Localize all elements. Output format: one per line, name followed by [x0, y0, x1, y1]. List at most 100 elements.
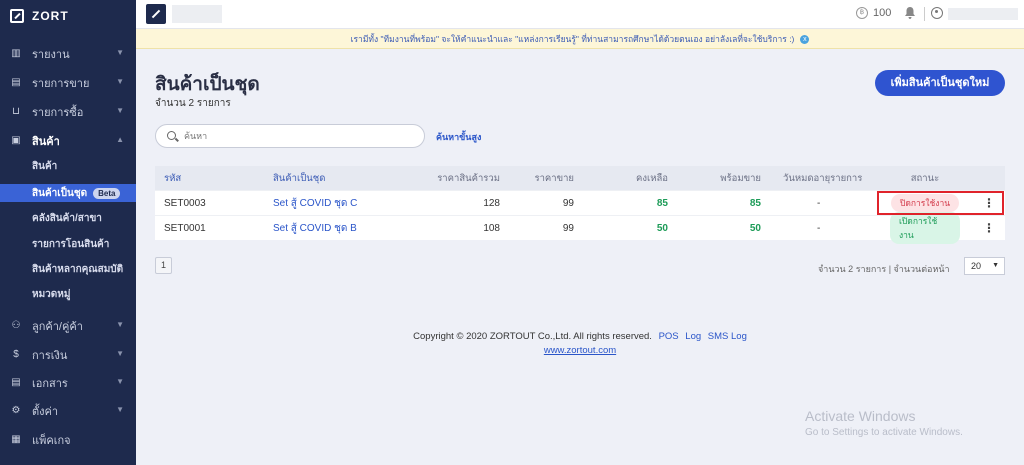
add-bundle-button[interactable]: เพิ่มสินค้าเป็นชุดใหม่ — [875, 70, 1005, 96]
footer-link-log[interactable]: Log — [685, 331, 701, 342]
sidebar-item-finance[interactable]: $ การเงิน ▼ — [0, 346, 136, 364]
users-icon: ⚇ — [11, 320, 21, 331]
cell-remaining: 50 — [656, 222, 668, 234]
footer-link-sms-log[interactable]: SMS Log — [708, 331, 747, 342]
chevron-down-icon: ▼ — [116, 377, 124, 386]
user-name-redacted[interactable] — [948, 8, 1018, 20]
cell-total: 108 — [483, 222, 500, 234]
table-header: รหัส สินค้าเป็นชุด ราคาสินค้ารวม ราคาขาย… — [155, 166, 1005, 190]
cell-status: เปิดการใช้งาน — [890, 212, 960, 244]
user-icon[interactable] — [931, 7, 943, 19]
footer-site-link[interactable]: www.zortout.com — [544, 345, 616, 356]
sidebar-item-report[interactable]: ▥ รายงาน ▼ — [0, 45, 136, 63]
sidebar-item-documents[interactable]: ▤ เอกสาร ▼ — [0, 374, 136, 392]
document-icon: ▤ — [11, 377, 21, 388]
advanced-search-link[interactable]: ค้นหาขั้นสูง — [436, 130, 481, 144]
table-row[interactable]: SET0003 Set สู้ COVID ชุด C 128 99 85 85… — [155, 190, 1005, 215]
chart-icon: ▥ — [11, 48, 21, 59]
credit-value: 100 — [873, 7, 892, 19]
box-icon: ▣ — [11, 135, 21, 146]
copyright-text: Copyright © 2020 ZORTOUT Co.,Ltd. All ri… — [413, 331, 652, 342]
sidebar-subitem-label: สินค้าเป็นชุด — [32, 187, 88, 199]
basket-icon: ⊔ — [12, 106, 20, 117]
sidebar-item-package[interactable]: ▦ แพ็คเกจ — [0, 431, 136, 449]
app-root: ZORT ▥ รายงาน ▼ ▤ รายการขาย ▼ ⊔ รายการซื… — [0, 0, 1024, 465]
credit-balance[interactable]: ฿ 100 — [856, 7, 891, 19]
sidebar-item-sales[interactable]: ▤ รายการขาย ▼ — [0, 74, 136, 92]
gear-icon: ⚙ — [11, 405, 21, 416]
sidebar: ZORT ▥ รายงาน ▼ ▤ รายการขาย ▼ ⊔ รายการซื… — [0, 0, 136, 465]
top-bar: ฿ 100 — [136, 0, 1024, 29]
chevron-down-icon: ▼ — [116, 349, 124, 358]
sidebar-subitem-categories[interactable]: หมวดหมู่ — [0, 285, 136, 303]
sidebar-item-label: แพ็คเกจ — [32, 435, 71, 447]
windows-activation-watermark: Activate Windows Go to Settings to activ… — [805, 408, 963, 438]
package-icon: ▦ — [11, 434, 21, 445]
chevron-down-icon: ▼ — [116, 320, 124, 329]
sidebar-item-label: รายการซื้อ — [32, 107, 84, 119]
bundle-table: รหัส สินค้าเป็นชุด ราคาสินค้ารวม ราคาขาย… — [155, 166, 1005, 244]
header-status: สถานะ — [910, 172, 940, 184]
pagination-info: จำนวน 2 รายการ | จำนวนต่อหน้า — [818, 264, 950, 274]
chevron-down-icon: ▼ — [116, 106, 124, 115]
row-menu-icon[interactable]: ⋮ — [983, 216, 995, 240]
sidebar-subitem-label: สินค้าหลากคุณสมบัติ — [32, 263, 124, 275]
sidebar-item-label: รายการขาย — [32, 78, 90, 90]
sidebar-subitem-products[interactable]: สินค้า — [0, 157, 136, 175]
header-code[interactable]: รหัส — [164, 166, 181, 190]
cell-name-link[interactable]: Set สู้ COVID ชุด C — [273, 191, 357, 215]
header-expiry: วันหมดอายุรายการ — [783, 172, 863, 184]
sidebar-item-label: ตั้งค่า — [32, 406, 59, 418]
company-name-redacted — [172, 5, 222, 23]
cell-name-link[interactable]: Set สู้ COVID ชุด B — [273, 216, 357, 240]
cell-remaining: 85 — [656, 197, 668, 209]
sidebar-subitem-label: คลังสินค้า/สาขา — [32, 212, 102, 224]
sidebar-subitem-bundles[interactable]: สินค้าเป็นชุด Beta — [0, 184, 136, 202]
header-name[interactable]: สินค้าเป็นชุด — [273, 166, 325, 190]
page-subtitle: จำนวน 2 รายการ — [155, 98, 231, 109]
brand-name: ZORT — [32, 9, 69, 23]
sidebar-item-purchases[interactable]: ⊔ รายการซื้อ ▼ — [0, 103, 136, 121]
bell-icon[interactable] — [905, 7, 915, 19]
sidebar-subitem-label: รายการโอนสินค้า — [32, 238, 110, 250]
sidebar-item-label: ลูกค้า/คู่ค้า — [32, 321, 83, 333]
beta-badge: Beta — [93, 187, 121, 199]
search-input[interactable] — [184, 129, 414, 143]
cell-expiry: - — [817, 222, 821, 234]
cell-ready: 85 — [749, 197, 761, 209]
footer: Copyright © 2020 ZORTOUT Co.,Ltd. All ri… — [380, 330, 780, 358]
announcement-text[interactable]: เรามีทั้ง "ทีมงานที่พร้อม" จะให้คำแนะนำแ… — [351, 34, 795, 44]
row-menu-icon[interactable]: ⋮ — [983, 191, 995, 215]
company-logo[interactable] — [146, 4, 166, 24]
status-badge[interactable]: เปิดการใช้งาน — [890, 212, 960, 244]
close-icon[interactable]: x — [800, 35, 810, 45]
status-badge[interactable]: ปิดการใช้งาน — [890, 194, 960, 212]
chevron-down-icon: ▼ — [992, 262, 999, 269]
money-icon: $ — [13, 349, 19, 360]
watermark-title: Activate Windows — [805, 408, 916, 424]
sidebar-item-label: การเงิน — [32, 350, 68, 362]
header-price: ราคาขาย — [534, 172, 574, 184]
chevron-up-icon: ▲ — [116, 135, 124, 144]
sidebar-item-products[interactable]: ▣ สินค้า ▲ — [0, 132, 136, 150]
chevron-down-icon: ▼ — [116, 48, 124, 57]
cell-ready: 50 — [749, 222, 761, 234]
sidebar-subitem-warehouses[interactable]: คลังสินค้า/สาขา — [0, 209, 136, 227]
cell-price: 99 — [562, 222, 574, 234]
cell-code: SET0001 — [164, 222, 206, 234]
brand-logo[interactable]: ZORT — [0, 0, 136, 32]
sidebar-item-contacts[interactable]: ⚇ ลูกค้า/คู่ค้า ▼ — [0, 317, 136, 335]
per-page-select[interactable]: 20 ▼ — [964, 257, 1005, 275]
sidebar-item-settings[interactable]: ⚙ ตั้งค่า ▼ — [0, 402, 136, 420]
chevron-down-icon: ▼ — [116, 405, 124, 414]
search-box[interactable] — [155, 124, 425, 148]
announcement-bar: เรามีทั้ง "ทีมงานที่พร้อม" จะให้คำแนะนำแ… — [136, 29, 1024, 49]
clipboard-icon: ▤ — [11, 77, 21, 88]
page-button[interactable]: 1 — [155, 257, 172, 274]
table-row[interactable]: SET0001 Set สู้ COVID ชุด B 108 99 50 50… — [155, 212, 1005, 244]
coin-icon: ฿ — [856, 7, 868, 19]
zort-logo-icon — [10, 9, 24, 23]
sidebar-subitem-variants[interactable]: สินค้าหลากคุณสมบัติ — [0, 260, 136, 278]
footer-link-pos[interactable]: POS — [659, 331, 679, 342]
sidebar-subitem-transfers[interactable]: รายการโอนสินค้า — [0, 235, 136, 253]
